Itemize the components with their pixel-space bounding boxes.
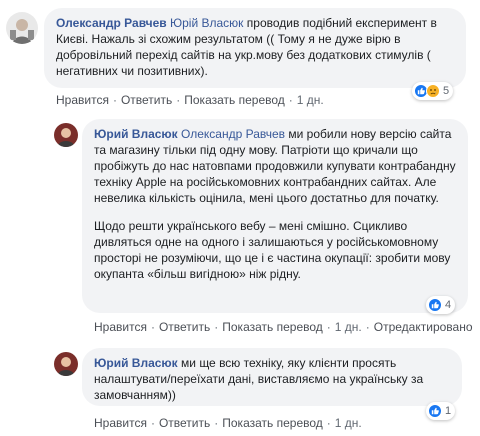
- reply-link[interactable]: Ответить: [159, 416, 210, 430]
- separator: ·: [150, 416, 155, 430]
- separator: ·: [365, 320, 370, 334]
- translate-link[interactable]: Показать перевод: [222, 416, 323, 430]
- separator: ·: [176, 93, 181, 107]
- reaction-count: 4: [445, 299, 452, 311]
- thumbs-up-icon: [428, 298, 442, 312]
- avatar[interactable]: [6, 12, 38, 44]
- avatar-photo-icon: [6, 12, 38, 44]
- like-link[interactable]: Нравится: [94, 416, 147, 430]
- comment-actions: Нравится · Ответить · Показать перевод · 1 дн.…: [94, 320, 473, 334]
- reaction-summary[interactable]: 1: [426, 402, 456, 420]
- comment-author[interactable]: Юрий Власюк: [94, 127, 178, 141]
- separator: ·: [214, 320, 219, 334]
- comment-paragraph: Юрий Власюк Олександр Равчев ми робили н…: [94, 126, 456, 206]
- reaction-summary[interactable]: 4: [426, 296, 456, 314]
- separator: ·: [150, 320, 155, 334]
- reaction-count: 5: [443, 85, 450, 97]
- like-link[interactable]: Нравится: [56, 93, 109, 107]
- separator: ·: [112, 93, 117, 107]
- comment-actions: Нравится · Ответить · Показать перевод · 1 дн.: [94, 416, 362, 430]
- avatar-photo-icon: [54, 123, 78, 147]
- translate-link[interactable]: Показать перевод: [184, 93, 285, 107]
- comment-bubble: Юрий Власюк ми ще всю техніку, яку клієн…: [82, 348, 462, 406]
- reaction-summary[interactable]: 5: [412, 82, 454, 100]
- comment-bubble: Олександр Равчев Юрій Власюк проводив по…: [44, 8, 466, 88]
- comment-actions: Нравится · Ответить · Показать перевод · 1 дн.: [56, 93, 324, 107]
- comment-bubble: Юрий Власюк Олександр Равчев ми робили н…: [82, 119, 468, 313]
- avatar[interactable]: [54, 352, 78, 376]
- separator: ·: [214, 416, 219, 430]
- comment-mention[interactable]: Олександр Равчев: [181, 127, 285, 141]
- comment-author[interactable]: Олександр Равчев: [56, 16, 167, 30]
- comment-author[interactable]: Юрий Власюк: [94, 356, 178, 370]
- reply-link[interactable]: Ответить: [121, 93, 172, 107]
- separator: ·: [326, 416, 331, 430]
- avatar[interactable]: [54, 123, 78, 147]
- avatar-photo-icon: [54, 352, 78, 376]
- reaction-count: 1: [445, 405, 452, 417]
- timestamp[interactable]: 1 дн.: [297, 93, 324, 107]
- separator: ·: [326, 320, 331, 334]
- like-link[interactable]: Нравится: [94, 320, 147, 334]
- sad-face-icon: [426, 84, 440, 98]
- timestamp[interactable]: 1 дн.: [335, 416, 362, 430]
- edited-link[interactable]: Отредактировано: [374, 320, 473, 334]
- comment-mention[interactable]: Юрій Власюк: [170, 16, 243, 30]
- separator: ·: [288, 93, 293, 107]
- thumbs-up-icon: [428, 404, 442, 418]
- translate-link[interactable]: Показать перевод: [222, 320, 323, 334]
- timestamp[interactable]: 1 дн.: [335, 320, 362, 334]
- comment-text: Щодо решти українського вебу – мені сміш…: [94, 219, 451, 281]
- reply-link[interactable]: Ответить: [159, 320, 210, 334]
